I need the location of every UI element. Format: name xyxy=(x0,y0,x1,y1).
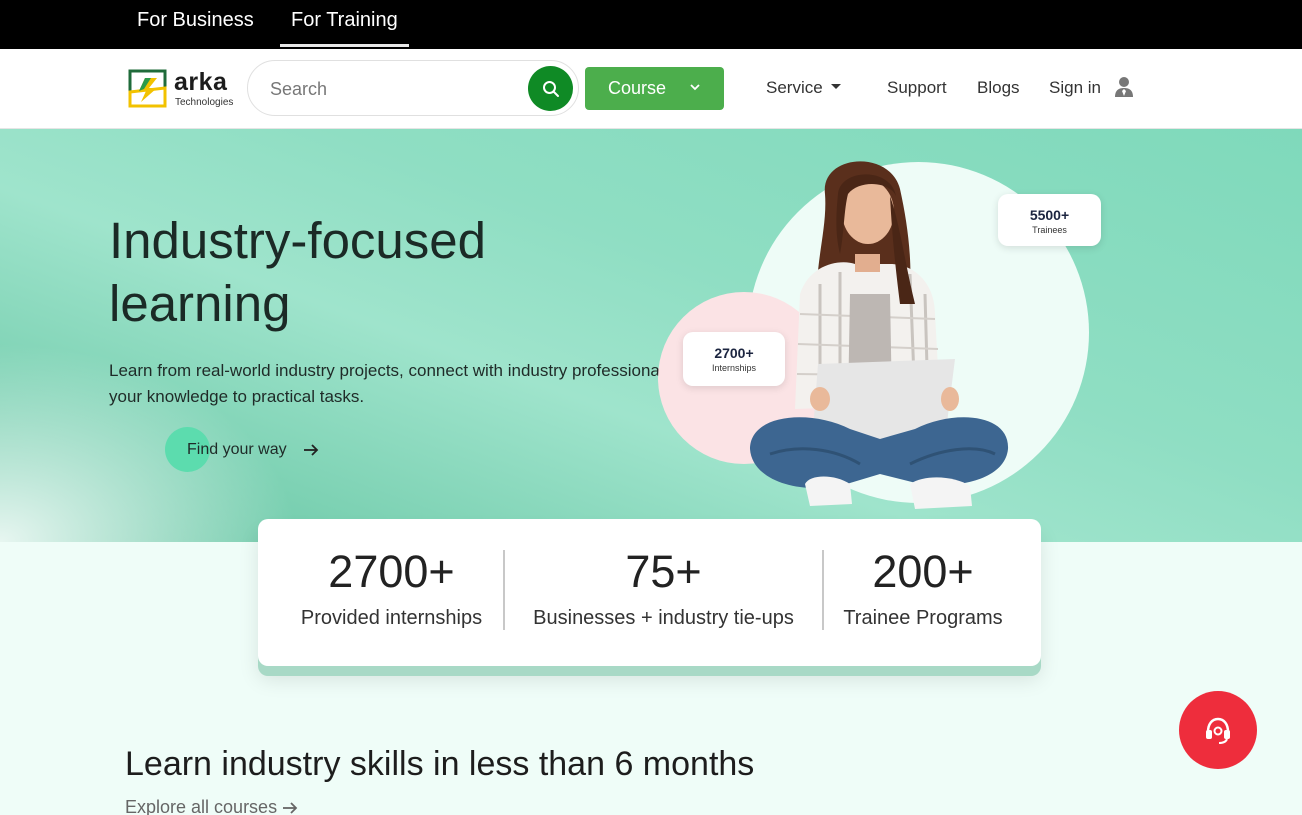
nav-service-label: Service xyxy=(766,78,823,97)
trainees-badge: 5500+ Trainees xyxy=(998,194,1101,246)
stats-card: 2700+ Provided internships 75+ Businesse… xyxy=(258,519,1041,666)
hero-section: Industry-focused learning Learn from rea… xyxy=(0,129,1302,542)
course-button-label: Course xyxy=(608,78,667,98)
explore-courses-label: Explore all courses xyxy=(125,797,278,815)
stat-value: 75+ xyxy=(625,546,702,597)
nav-signin[interactable]: Sign in xyxy=(1049,78,1101,98)
explore-courses-link[interactable]: Explore all courses xyxy=(125,797,298,815)
user-icon[interactable] xyxy=(1114,76,1134,98)
trainees-badge-value: 5500+ xyxy=(1029,207,1070,223)
arrow-right-icon xyxy=(283,802,298,814)
support-chat-button[interactable] xyxy=(1179,691,1257,769)
search-icon xyxy=(542,80,559,97)
nav-service[interactable]: Service xyxy=(766,78,841,98)
logo-word: arka xyxy=(174,68,228,96)
internships-badge-caption: Internships xyxy=(711,363,757,373)
internships-badge-value: 2700+ xyxy=(714,345,754,361)
stat-label: Provided internships xyxy=(300,607,483,629)
course-dropdown-button[interactable]: Course xyxy=(585,67,724,110)
main-navbar: arka Technologies Course Service Support… xyxy=(0,49,1302,129)
stat-internships: 2700+ Provided internships xyxy=(278,519,505,666)
nav-blogs[interactable]: Blogs xyxy=(977,78,1020,98)
chevron-down-icon xyxy=(690,84,700,91)
cta-label: Find your way xyxy=(187,441,287,458)
hero-description: Learn from real-world industry projects,… xyxy=(109,361,723,406)
hero-title: Industry-focused learning xyxy=(109,212,487,332)
audience-switcher: For Business For Training xyxy=(0,0,1302,49)
stat-businesses: 75+ Businesses + industry tie-ups xyxy=(505,519,822,666)
logo-mark-icon xyxy=(128,69,167,108)
caret-down-icon xyxy=(830,84,841,90)
nav-support[interactable]: Support xyxy=(887,78,947,98)
arrow-right-icon xyxy=(304,444,319,456)
stat-label: Businesses + industry tie-ups xyxy=(533,607,794,629)
search-box xyxy=(247,60,579,116)
trainees-badge-caption: Trainees xyxy=(1032,225,1067,235)
section-title: Learn industry skills in less than 6 mon… xyxy=(125,745,755,783)
tab-for-training[interactable]: For Training xyxy=(280,0,409,47)
tab-for-business[interactable]: For Business xyxy=(137,0,254,47)
stat-value: 200+ xyxy=(872,546,974,597)
headset-icon xyxy=(1206,717,1230,744)
search-button[interactable] xyxy=(528,66,573,111)
brand-logo[interactable]: arka Technologies xyxy=(127,68,247,112)
stat-label: Trainee Programs xyxy=(843,607,1003,629)
logo-subtitle: Technologies xyxy=(175,97,234,108)
search-input[interactable] xyxy=(270,75,520,103)
internships-badge: 2700+ Internships xyxy=(683,332,785,386)
stat-programs: 200+ Trainee Programs xyxy=(822,519,1024,666)
stat-value: 2700+ xyxy=(328,546,455,597)
